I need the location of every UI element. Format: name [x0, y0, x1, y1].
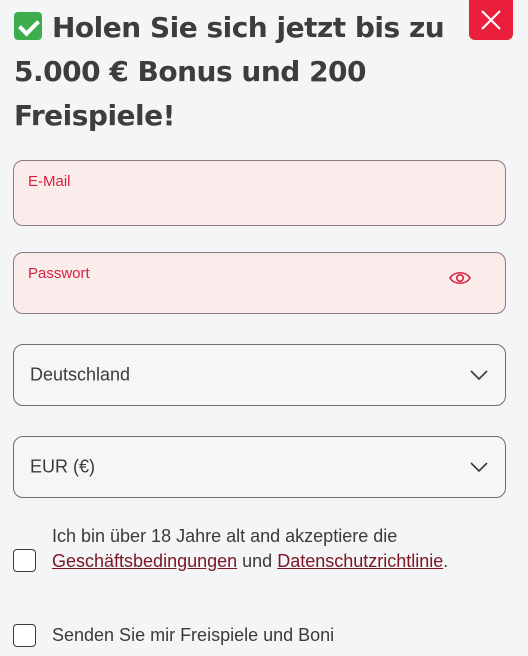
country-value: Deutschland [30, 364, 131, 385]
headline-text: Holen Sie sich jetzt bis zu 5.000 € Bonu… [14, 11, 445, 132]
eye-icon[interactable] [449, 270, 471, 286]
privacy-link[interactable]: Datenschutzrichtlinie [277, 551, 443, 571]
email-label: E-Mail [28, 173, 71, 190]
currency-value: EUR (€) [30, 456, 96, 477]
email-field[interactable]: E-Mail [13, 160, 506, 226]
promo-checkbox[interactable] [13, 624, 36, 647]
currency-select[interactable]: EUR (€) [13, 436, 506, 498]
password-field[interactable]: Passwort [13, 252, 506, 314]
terms-text-after: . [443, 551, 449, 571]
terms-text-middle: und [237, 551, 278, 571]
chevron-down-icon [470, 462, 488, 472]
terms-text: Ich bin über 18 Jahre alt and akzeptiere… [52, 524, 512, 574]
chevron-down-icon [470, 370, 488, 380]
terms-checkbox[interactable] [13, 549, 36, 572]
close-icon [481, 10, 501, 30]
terms-link[interactable]: Geschäftsbedingungen [52, 551, 237, 571]
page-title: Holen Sie sich jetzt bis zu 5.000 € Bonu… [14, 6, 464, 138]
terms-text-before: Ich bin über 18 Jahre alt and akzeptiere… [52, 526, 398, 546]
password-label: Passwort [28, 265, 90, 282]
country-select[interactable]: Deutschland [13, 344, 506, 406]
promo-label: Senden Sie mir Freispiele und Boni [52, 625, 335, 645]
check-mark-button-icon [14, 12, 42, 40]
close-button[interactable] [469, 0, 513, 40]
